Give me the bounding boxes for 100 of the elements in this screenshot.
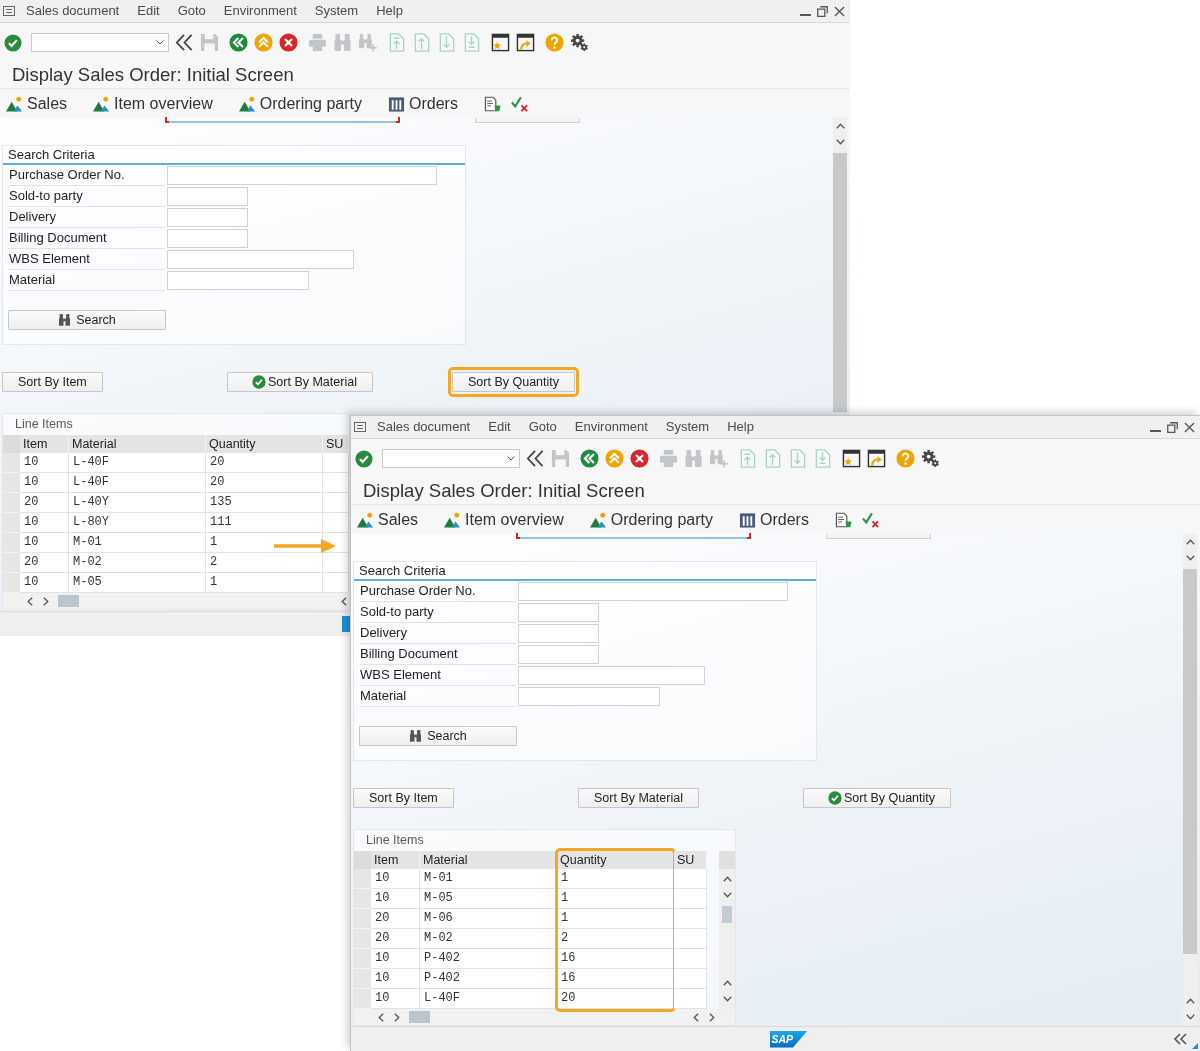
row-selector[interactable] bbox=[354, 969, 371, 989]
column-header[interactable]: Item bbox=[20, 435, 69, 453]
row-selector[interactable] bbox=[354, 889, 371, 909]
double-chevron-icon[interactable] bbox=[526, 449, 545, 468]
input-field[interactable] bbox=[518, 645, 599, 664]
chevron-down-icon[interactable] bbox=[722, 892, 732, 898]
menu-item[interactable]: Edit bbox=[488, 419, 511, 435]
sort-button[interactable]: Sort By Quantity bbox=[803, 788, 951, 808]
chevron-left-icon[interactable] bbox=[27, 596, 33, 606]
push-button[interactable] bbox=[826, 534, 931, 539]
toolbar-button[interactable]: Ordering party bbox=[589, 510, 713, 529]
row-selector[interactable] bbox=[354, 869, 371, 889]
settings-icon[interactable] bbox=[570, 33, 589, 52]
row-selector[interactable] bbox=[354, 909, 371, 929]
scroll-thumb[interactable] bbox=[1183, 569, 1197, 954]
chevron-up-icon[interactable] bbox=[722, 876, 732, 882]
sort-button[interactable]: Sort By Material bbox=[227, 372, 373, 392]
menu-item[interactable]: Sales document bbox=[26, 3, 120, 19]
input-field[interactable] bbox=[167, 271, 309, 290]
chevron-right-icon[interactable] bbox=[43, 596, 49, 606]
row-selector[interactable] bbox=[3, 513, 20, 533]
horizontal-scrollbar[interactable] bbox=[3, 593, 349, 609]
input-field[interactable] bbox=[518, 582, 788, 601]
minimize-icon[interactable] bbox=[1150, 429, 1161, 432]
check-circle-icon[interactable] bbox=[4, 33, 22, 52]
menu-icon[interactable] bbox=[3, 6, 15, 16]
chevron-up-icon[interactable] bbox=[722, 980, 732, 986]
chevron-right-icon[interactable] bbox=[709, 1012, 715, 1022]
input-field[interactable] bbox=[167, 208, 248, 227]
restore-icon[interactable] bbox=[817, 5, 828, 17]
chevron-down-icon[interactable] bbox=[722, 996, 732, 1002]
sort-button[interactable]: Sort By Item bbox=[353, 788, 454, 808]
sort-button[interactable]: Sort By Item bbox=[2, 372, 103, 392]
column-header[interactable]: Quantity bbox=[557, 851, 674, 869]
close-icon[interactable] bbox=[834, 5, 845, 17]
push-button[interactable] bbox=[475, 118, 580, 123]
vertical-scrollbar[interactable] bbox=[719, 851, 735, 1009]
scroll-thumb[interactable] bbox=[58, 595, 79, 607]
column-header[interactable]: Quantity bbox=[206, 435, 323, 453]
row-selector[interactable] bbox=[3, 473, 20, 493]
row-selector[interactable] bbox=[354, 929, 371, 949]
settings-icon[interactable] bbox=[921, 449, 940, 468]
x-circle-icon[interactable] bbox=[630, 449, 649, 468]
double-left-circle-icon[interactable] bbox=[229, 33, 248, 52]
column-header[interactable]: SU bbox=[323, 435, 349, 453]
double-up-circle-icon[interactable] bbox=[605, 449, 624, 468]
toolbar-button[interactable]: Orders bbox=[388, 94, 458, 113]
sort-button[interactable]: Sort By Material bbox=[578, 788, 699, 808]
input-field[interactable] bbox=[518, 624, 599, 643]
input-field[interactable] bbox=[518, 666, 705, 685]
column-header[interactable]: Item bbox=[371, 851, 420, 869]
menu-item[interactable]: Environment bbox=[574, 419, 648, 435]
chevron-left-icon[interactable] bbox=[378, 1012, 384, 1022]
input-field[interactable] bbox=[167, 166, 437, 185]
toolbar-button[interactable]: Ordering party bbox=[238, 94, 362, 113]
question-circle-icon[interactable] bbox=[896, 449, 915, 468]
toolbar-button[interactable]: Item overview bbox=[444, 510, 564, 529]
chevron-down-icon[interactable] bbox=[1185, 555, 1195, 561]
restore-icon[interactable] bbox=[1167, 421, 1178, 433]
toolbar-button[interactable]: Sales bbox=[357, 510, 419, 529]
chevron-left-icon[interactable] bbox=[693, 1012, 699, 1022]
row-selector[interactable] bbox=[3, 553, 20, 573]
menu-icon[interactable] bbox=[354, 422, 366, 432]
double-left-circle-icon[interactable] bbox=[580, 449, 599, 468]
question-circle-icon[interactable] bbox=[545, 33, 564, 52]
close-icon[interactable] bbox=[1184, 421, 1195, 433]
scroll-thumb[interactable] bbox=[409, 1011, 430, 1023]
row-selector[interactable] bbox=[3, 573, 20, 593]
command-field[interactable] bbox=[31, 33, 169, 52]
row-selector[interactable] bbox=[3, 493, 20, 513]
document-icon[interactable] bbox=[834, 511, 852, 528]
column-header[interactable]: Material bbox=[69, 435, 206, 453]
double-chevron-icon[interactable] bbox=[175, 33, 194, 52]
row-selector[interactable] bbox=[3, 533, 20, 553]
select-all-button[interactable] bbox=[354, 851, 371, 869]
check-circle-icon[interactable] bbox=[355, 449, 373, 468]
chevron-right-icon[interactable] bbox=[394, 1012, 400, 1022]
menu-item[interactable]: Goto bbox=[528, 419, 557, 435]
column-header[interactable]: SU bbox=[674, 851, 707, 869]
document-icon[interactable] bbox=[483, 95, 501, 112]
toolbar-button[interactable]: Item overview bbox=[93, 94, 213, 113]
menu-item[interactable]: Goto bbox=[177, 3, 206, 19]
vertical-scrollbar[interactable] bbox=[1183, 534, 1197, 1026]
input-field[interactable] bbox=[518, 687, 660, 706]
chevron-up-icon[interactable] bbox=[835, 123, 845, 129]
command-field[interactable] bbox=[382, 449, 520, 468]
sort-button[interactable]: Sort By Quantity bbox=[452, 372, 575, 392]
input-field[interactable] bbox=[516, 534, 751, 539]
input-field[interactable] bbox=[167, 229, 248, 248]
toolbar-button[interactable]: Orders bbox=[739, 510, 809, 529]
row-selector[interactable] bbox=[354, 989, 371, 1009]
input-field[interactable] bbox=[518, 603, 599, 622]
resize-grip-icon[interactable] bbox=[1192, 1043, 1198, 1049]
column-header[interactable]: Material bbox=[420, 851, 557, 869]
menu-item[interactable]: System bbox=[314, 3, 359, 19]
chevron-up-icon[interactable] bbox=[1185, 998, 1195, 1004]
chevron-up-icon[interactable] bbox=[1185, 539, 1195, 545]
chevron-left-icon[interactable] bbox=[341, 596, 347, 606]
search-button[interactable]: Search bbox=[359, 726, 517, 746]
menu-item[interactable]: System bbox=[665, 419, 710, 435]
